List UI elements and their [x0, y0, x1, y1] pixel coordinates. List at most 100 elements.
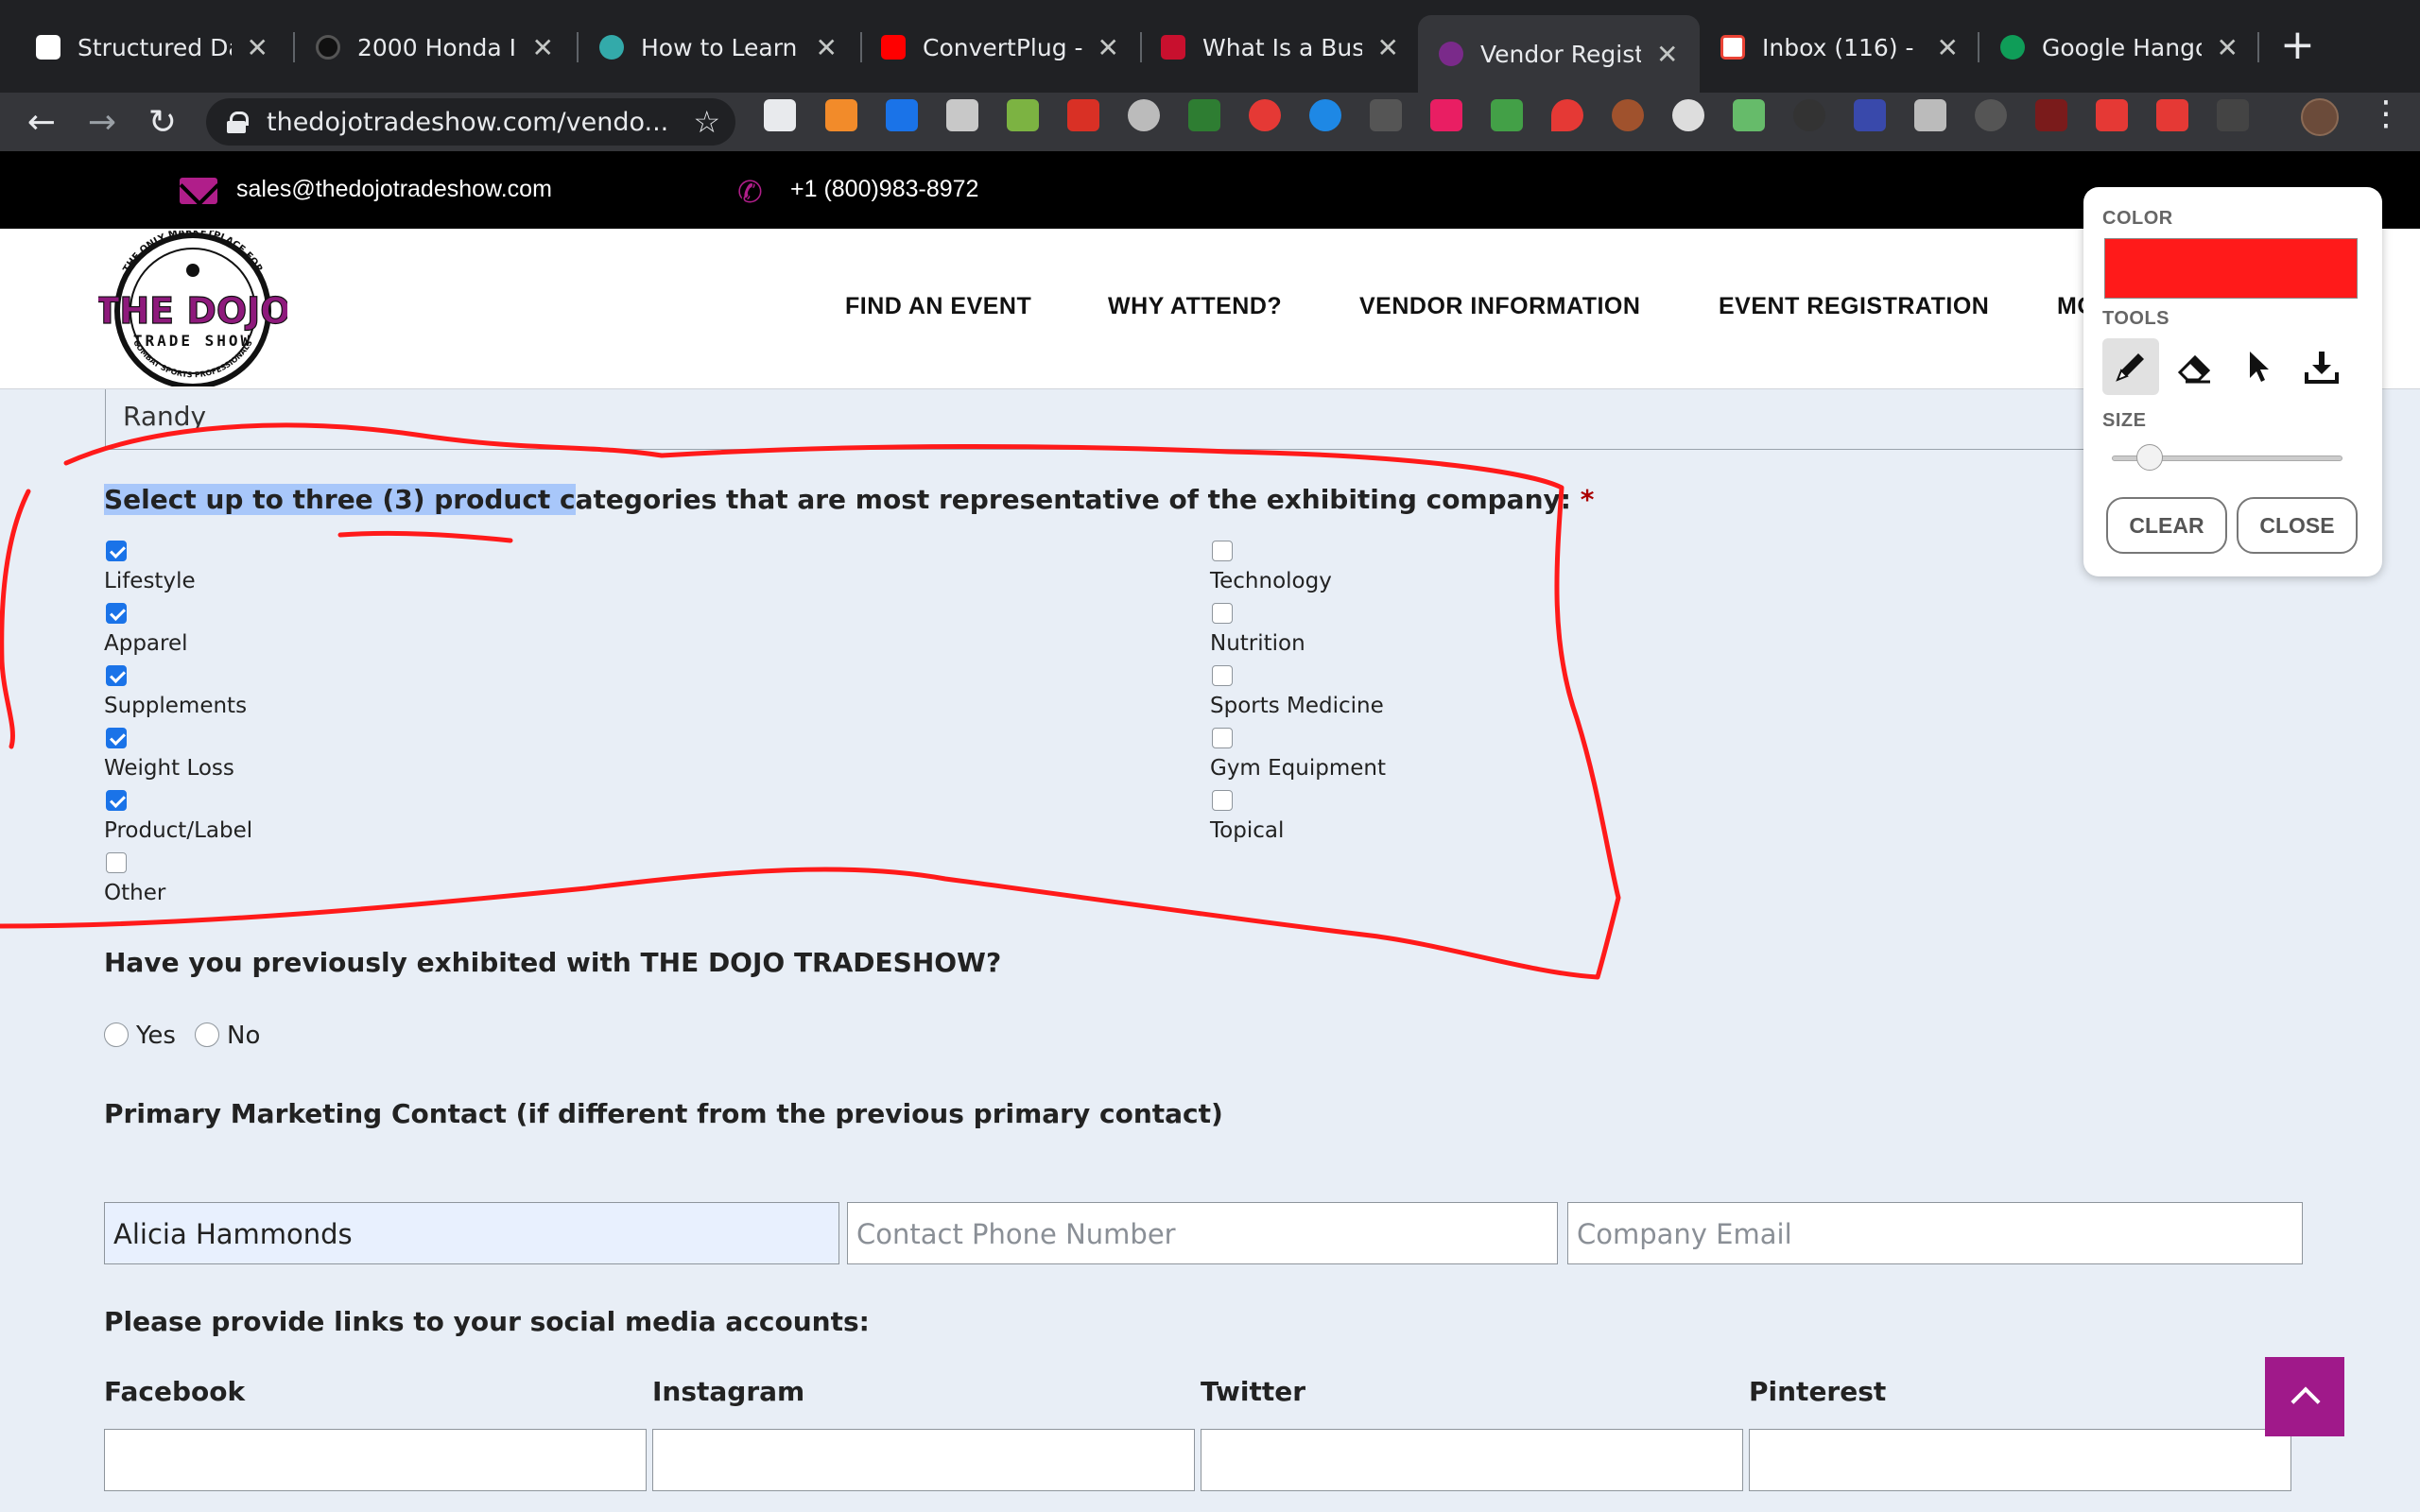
browser-menu-icon[interactable]: ⋮ [2369, 94, 2403, 133]
close-tab-icon[interactable]: ✕ [1098, 32, 1119, 63]
checkbox-supplements[interactable] [106, 665, 127, 686]
extension-icon[interactable] [1854, 99, 1886, 131]
extension-icon[interactable] [2217, 99, 2249, 131]
close-button[interactable]: CLOSE [2237, 497, 2358, 554]
back-button[interactable]: ← [13, 93, 70, 151]
size-slider-thumb[interactable] [2136, 444, 2163, 471]
extension-icon[interactable] [1612, 99, 1644, 131]
tab-convertplug[interactable]: ConvertPlug - ✕ [860, 15, 1140, 79]
checkbox-label-technology: Technology [1210, 569, 1332, 593]
download-icon[interactable] [2293, 338, 2350, 395]
color-swatch[interactable] [2104, 238, 2358, 299]
dojo-tradeshow-logo[interactable]: THE ONLY MARKETPLACE FOR COMBAT SPORTS P… [98, 231, 287, 387]
extension-icon[interactable] [1430, 99, 1462, 131]
checkbox-apparel[interactable] [106, 603, 127, 624]
hbr-icon [1161, 35, 1185, 60]
close-tab-icon[interactable]: ✕ [1656, 39, 1678, 70]
checkbox-other[interactable] [106, 852, 127, 873]
extension-icon[interactable] [886, 99, 918, 131]
extension-icon[interactable] [764, 99, 796, 131]
extension-icon[interactable] [1188, 99, 1220, 131]
draw-tool-panel: COLOR TOOLS SIZE CLEAR CLOSE [2083, 187, 2382, 576]
checkbox-technology[interactable] [1212, 541, 1233, 561]
extension-icon[interactable] [1370, 99, 1402, 131]
tab-hangouts[interactable]: Google Hangou ✕ [1979, 15, 2259, 79]
extension-icon[interactable] [825, 99, 857, 131]
close-tab-icon[interactable]: ✕ [816, 32, 838, 63]
extension-icon[interactable] [1672, 99, 1704, 131]
close-tab-icon[interactable]: ✕ [247, 32, 268, 63]
extension-icon[interactable] [1249, 99, 1281, 131]
scroll-to-top-button[interactable] [2265, 1357, 2344, 1436]
tab-hbr[interactable]: What Is a Busi ✕ [1140, 15, 1420, 79]
close-tab-icon[interactable]: ✕ [1377, 32, 1399, 63]
checkbox-product-label[interactable] [106, 790, 127, 811]
eraser-icon[interactable] [2167, 338, 2223, 395]
twitter-input[interactable] [1201, 1429, 1743, 1491]
reload-button[interactable]: ↻ [134, 93, 191, 151]
facebook-label: Facebook [104, 1376, 246, 1407]
tab-structured-data[interactable]: Structured Dat ✕ [15, 15, 289, 79]
extension-icon[interactable] [1975, 99, 2007, 131]
nav-why-attend[interactable]: WHY ATTEND? [1108, 293, 1282, 320]
nav-find-an-event[interactable]: FIND AN EVENT [845, 293, 1031, 320]
extension-icon[interactable] [1551, 99, 1583, 131]
radio-no[interactable] [195, 1022, 219, 1047]
facebook-input[interactable] [104, 1429, 647, 1491]
tab-inbox[interactable]: Inbox (116) - li ✕ [1700, 15, 1979, 79]
close-tab-icon[interactable]: ✕ [532, 32, 554, 63]
extension-icon[interactable] [1914, 99, 1946, 131]
company-email-input[interactable]: Company Email [1567, 1202, 2303, 1264]
selected-text-highlight: Select up to three (3) product c [104, 484, 576, 515]
checkbox-topical[interactable] [1212, 790, 1233, 811]
checkbox-sports-medicine[interactable] [1212, 665, 1233, 686]
gear-logo-icon [316, 35, 340, 60]
close-tab-icon[interactable]: ✕ [2217, 32, 2238, 63]
checkbox-gym-equipment[interactable] [1212, 728, 1233, 748]
instagram-input[interactable] [652, 1429, 1195, 1491]
radio-yes[interactable] [104, 1022, 129, 1047]
extension-icon[interactable] [2096, 99, 2128, 131]
pointer-icon[interactable] [2229, 338, 2286, 395]
extension-icon[interactable] [1128, 99, 1160, 131]
checkbox-weight-loss[interactable] [106, 728, 127, 748]
pinterest-input[interactable] [1749, 1429, 2291, 1491]
extension-icon[interactable] [1067, 99, 1099, 131]
new-tab-button[interactable]: + [2280, 25, 2315, 66]
marketing-contact-question: Primary Marketing Contact (if different … [104, 1098, 1223, 1129]
profile-avatar[interactable] [2301, 98, 2339, 136]
checkbox-lifestyle[interactable] [106, 541, 127, 561]
marketing-contact-name-input[interactable]: Alicia Hammonds [104, 1202, 839, 1264]
clear-button[interactable]: CLEAR [2106, 497, 2227, 554]
extension-icon[interactable] [1309, 99, 1341, 131]
gmail-icon [1720, 35, 1745, 60]
checkbox-nutrition[interactable] [1212, 603, 1233, 624]
address-bar[interactable]: thedojotradeshow.com/vendo... ☆ [206, 98, 735, 146]
nav-vendor-information[interactable]: VENDOR INFORMATION [1359, 293, 1640, 320]
logo-wordmark: THE DOJO [98, 290, 287, 332]
extension-icon[interactable] [1491, 99, 1523, 131]
extension-icon[interactable] [1793, 99, 1825, 131]
tools-label: TOOLS [2102, 308, 2170, 329]
bookmark-star-icon[interactable]: ☆ [693, 104, 720, 140]
extension-icon[interactable] [2156, 99, 2188, 131]
tab-honda[interactable]: 2000 Honda In ✕ [295, 15, 575, 79]
extension-icon[interactable] [946, 99, 978, 131]
twitter-label: Twitter [1201, 1376, 1306, 1407]
contact-phone-link[interactable]: +1 (800)983-8972 [790, 176, 978, 203]
name-field[interactable]: Randy [105, 389, 2118, 450]
contact-phone-input[interactable]: Contact Phone Number [847, 1202, 1558, 1264]
extension-icon[interactable] [1733, 99, 1765, 131]
pencil-icon[interactable] [2102, 338, 2159, 395]
extension-icon[interactable] [1007, 99, 1039, 131]
close-tab-icon[interactable]: ✕ [1937, 32, 1959, 63]
phone-icon: ✆ [737, 174, 763, 210]
hangouts-icon [2000, 35, 2025, 60]
tab-how-to-learn[interactable]: How to Learn S ✕ [579, 15, 858, 79]
nav-event-registration[interactable]: EVENT REGISTRATION [1719, 293, 1989, 320]
previously-exhibited-question: Have you previously exhibited with THE D… [104, 947, 1002, 978]
forward-button[interactable]: → [74, 93, 130, 151]
contact-email-link[interactable]: sales@thedojotradeshow.com [236, 176, 552, 203]
extension-icon[interactable] [2035, 99, 2067, 131]
tab-vendor-registration[interactable]: Vendor Registr ✕ [1418, 15, 1700, 93]
